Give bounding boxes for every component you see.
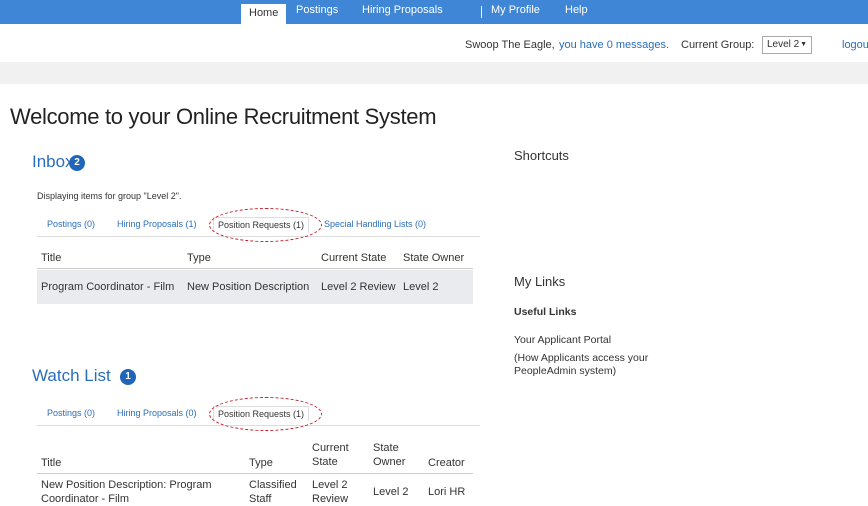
watch-col-creator: Creator: [428, 457, 465, 469]
shortcuts-title: Shortcuts: [514, 148, 569, 163]
watch-col-current: Current: [312, 442, 349, 454]
watch-row-title-link-2[interactable]: Coordinator - Film: [41, 492, 129, 506]
nav-help[interactable]: Help: [565, 0, 588, 24]
current-group-select[interactable]: Level 2 ▼: [762, 36, 812, 54]
nav-separator: [481, 6, 482, 18]
inbox-col-title: Title: [41, 252, 62, 264]
watch-col-state: State: [312, 456, 338, 468]
inbox-tab-special-handling-lists[interactable]: Special Handling Lists (0): [324, 219, 426, 229]
inbox-col-type: Type: [187, 252, 211, 264]
highlight-oval: [209, 208, 322, 242]
inbox-badge: 2: [69, 155, 85, 171]
inbox-tab-hiring-proposals[interactable]: Hiring Proposals (1): [117, 219, 197, 229]
messages-link[interactable]: you have 0 messages.: [559, 39, 669, 51]
inbox-row-owner: Level 2: [403, 281, 439, 293]
watch-col-title: Title: [41, 457, 62, 469]
watch-row-title-link[interactable]: New Position Description: Program: [41, 478, 212, 492]
watch-list-title: Watch List: [32, 366, 111, 385]
current-group-label: Current Group:: [681, 39, 755, 51]
watch-tab-hiring-proposals[interactable]: Hiring Proposals (0): [117, 408, 197, 418]
inbox-col-state-owner: State Owner: [403, 252, 465, 264]
inbox-row-title-link[interactable]: Program Coordinator - Film: [41, 280, 174, 294]
useful-links-heading: Useful Links: [514, 306, 577, 318]
chevron-down-icon: ▼: [800, 41, 807, 48]
watch-row-type-2: Staff: [249, 493, 272, 505]
nav-home[interactable]: Home: [241, 4, 287, 24]
header-spacer: [0, 62, 868, 84]
watch-col-state-owner-1: State: [373, 442, 399, 454]
current-group-value: Level 2: [767, 39, 800, 50]
inbox-col-current-state: Current State: [321, 252, 387, 264]
inbox-tab-postings[interactable]: Postings (0): [47, 219, 95, 229]
applicant-portal-link[interactable]: Your Applicant Portal: [514, 334, 611, 347]
nav-my-profile[interactable]: My Profile: [491, 0, 540, 24]
inbox-row-state: Level 2 Review: [321, 281, 396, 293]
watch-row-owner: Level 2: [373, 486, 409, 498]
user-bar: Swoop The Eagle, you have 0 messages. Cu…: [0, 24, 868, 62]
top-navigation-bar: Home Postings Hiring Proposals My Profil…: [0, 0, 868, 24]
nav-hiring-proposals[interactable]: Hiring Proposals: [362, 0, 443, 24]
nav-postings[interactable]: Postings: [296, 0, 338, 24]
my-links-title: My Links: [514, 274, 566, 289]
logout-link[interactable]: logou: [842, 39, 868, 51]
watch-row-type: Classified: [249, 479, 297, 491]
watch-col-state-owner-2: Owner: [373, 456, 406, 468]
page-title: Welcome to your Online Recruitment Syste…: [10, 104, 437, 129]
portal-description-1: (How Applicants access your: [514, 352, 649, 364]
inbox-header-divider: [37, 268, 473, 269]
watch-list-badge: 1: [120, 369, 136, 385]
watch-header-divider: [37, 473, 473, 474]
watch-tab-postings[interactable]: Postings (0): [47, 408, 95, 418]
inbox-row-type: New Position Description: [187, 281, 310, 293]
watch-row-creator: Lori HR: [428, 486, 466, 498]
inbox-title: Inbox: [32, 152, 74, 171]
watch-row-state-2: Review: [312, 493, 349, 505]
watch-row-state: Level 2: [312, 479, 348, 491]
inbox-group-note: Displaying items for group "Level 2".: [37, 191, 182, 201]
highlight-oval: [209, 397, 322, 431]
user-name: Swoop The Eagle,: [465, 39, 555, 51]
portal-description-2: PeopleAdmin system): [514, 365, 617, 377]
watch-col-type: Type: [249, 457, 273, 469]
